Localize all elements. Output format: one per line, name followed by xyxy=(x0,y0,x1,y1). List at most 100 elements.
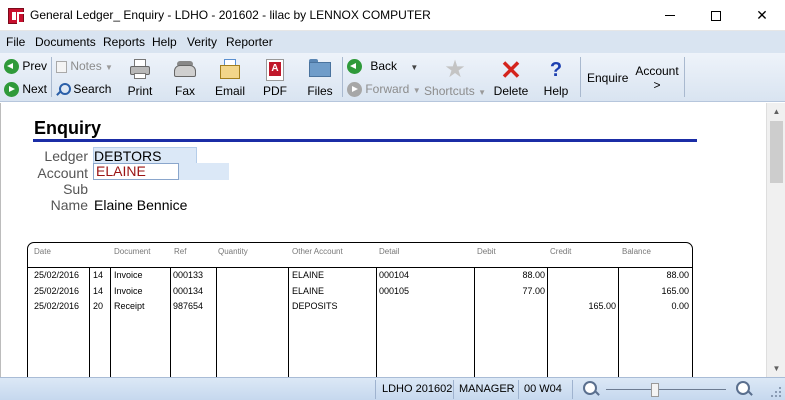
account-arrow: > xyxy=(653,78,661,92)
title-rule xyxy=(33,139,697,142)
pdf-icon xyxy=(266,59,284,81)
close-button[interactable]: ✕ xyxy=(739,0,785,31)
next-button[interactable]: Next xyxy=(4,82,47,98)
files-button[interactable]: Files xyxy=(302,57,338,101)
prev-button[interactable]: Prev xyxy=(4,59,48,75)
col-header-debit[interactable]: Debit xyxy=(477,247,496,256)
cell-credit: 165.00 xyxy=(588,301,616,311)
print-button[interactable]: Print xyxy=(122,57,158,101)
fax-button[interactable]: Fax xyxy=(168,57,202,101)
forward-label: Forward xyxy=(365,82,410,96)
vertical-scrollbar[interactable]: ▲ ▼ xyxy=(766,103,785,377)
menu-documents[interactable]: Documents xyxy=(35,35,96,49)
col-header-detail[interactable]: Detail xyxy=(379,247,399,256)
name-value: Elaine Bennice xyxy=(94,197,188,213)
col-header-balance[interactable]: Balance xyxy=(622,247,651,256)
search-button[interactable]: Search xyxy=(56,82,111,97)
title-bar: General Ledger_ Enquiry - LDHO - 201602 … xyxy=(0,0,785,31)
col-header-other-account[interactable]: Other Account xyxy=(292,247,343,256)
star-icon: ★ xyxy=(444,56,466,83)
arrow-right-circle-icon xyxy=(4,82,19,98)
delete-label: Delete xyxy=(493,84,529,98)
scroll-up-icon[interactable]: ▲ xyxy=(767,103,785,120)
cell-ref: 000134 xyxy=(173,286,204,296)
cell-balance: 88.00 xyxy=(666,270,689,280)
resize-grip-icon[interactable] xyxy=(770,386,782,398)
pdf-button[interactable]: PDF xyxy=(258,57,292,101)
header-rule xyxy=(28,267,692,268)
cell-date: 25/02/2016 xyxy=(34,286,80,296)
arrow-left-circle-icon xyxy=(4,59,19,75)
notes-button[interactable]: Notes ▼ xyxy=(56,59,113,73)
prev-label: Prev xyxy=(22,59,48,73)
scroll-down-icon[interactable]: ▼ xyxy=(767,360,785,377)
menu-help[interactable]: Help xyxy=(152,35,177,49)
account-input[interactable]: ELAINE xyxy=(93,163,179,180)
sub-label: Sub xyxy=(63,181,88,197)
folder-icon xyxy=(309,59,331,77)
maximize-icon xyxy=(711,10,721,21)
status-separator xyxy=(518,380,519,399)
forward-button[interactable]: Forward ▼ xyxy=(347,82,421,98)
toolbar: Prev Next Notes ▼ Search Print Fax Email… xyxy=(0,53,785,102)
page-title: Enquiry xyxy=(34,118,102,138)
cell-date: 25/02/2016 xyxy=(34,270,80,280)
cell-debit: 88.00 xyxy=(522,270,545,280)
status-separator xyxy=(572,380,573,399)
print-label: Print xyxy=(127,84,153,98)
help-label: Help xyxy=(543,84,569,98)
back-button[interactable]: Back ▼ xyxy=(347,59,419,75)
help-button[interactable]: ? Help xyxy=(539,57,573,101)
cell-balance: 165.00 xyxy=(661,286,689,296)
column-divider xyxy=(170,267,171,377)
lennox-logo-icon[interactable] xyxy=(8,8,24,24)
cell-document: Invoice xyxy=(114,270,143,280)
delete-button[interactable]: ✕ Delete xyxy=(493,57,529,101)
notes-label: Notes xyxy=(70,59,102,73)
col-header-date[interactable]: Date xyxy=(34,247,51,256)
cell-other-account: ELAINE xyxy=(292,286,325,296)
menu-verity[interactable]: Verity xyxy=(187,35,217,49)
cell-debit: 77.00 xyxy=(522,286,545,296)
maximize-button[interactable] xyxy=(693,0,739,31)
col-header-quantity[interactable]: Quantity xyxy=(218,247,248,256)
arrow-left-circle-icon xyxy=(347,59,362,75)
shortcuts-button[interactable]: ★ Shortcuts ▼ xyxy=(422,57,488,101)
enquire-button[interactable]: Enquire xyxy=(587,71,628,85)
minimize-button[interactable] xyxy=(647,0,693,31)
status-company-period: LDHO 201602 xyxy=(382,383,453,395)
column-divider xyxy=(376,267,377,377)
zoom-slider-track[interactable] xyxy=(606,389,726,390)
cell-ref: 000133 xyxy=(173,270,204,280)
cell-document: Invoice xyxy=(114,286,143,296)
window-title: General Ledger_ Enquiry - LDHO - 201602 … xyxy=(30,8,431,22)
zoom-out-icon[interactable] xyxy=(583,381,599,397)
account-label: Account xyxy=(635,64,679,78)
search-label: Search xyxy=(73,82,112,96)
cell-ref: 987654 xyxy=(173,301,204,311)
cell-detail: 000104 xyxy=(379,270,410,280)
menu-reporter[interactable]: Reporter xyxy=(226,35,273,49)
menu-reports[interactable]: Reports xyxy=(103,35,145,49)
chevron-down-icon: ▼ xyxy=(410,63,419,72)
col-header-document[interactable]: Document xyxy=(114,247,150,256)
email-button[interactable]: Email xyxy=(211,57,249,101)
cell-other-account: DEPOSITS xyxy=(292,301,338,311)
column-divider xyxy=(110,267,111,377)
scroll-thumb[interactable] xyxy=(770,121,783,183)
minimize-icon xyxy=(665,15,675,16)
zoom-slider-thumb[interactable] xyxy=(651,383,659,397)
name-label: Name xyxy=(50,197,88,213)
cell-balance: 0.00 xyxy=(671,301,689,311)
zoom-in-icon[interactable] xyxy=(736,381,752,397)
ledger-label: Ledger xyxy=(44,148,88,164)
status-separator xyxy=(453,380,454,399)
shortcuts-label: Shortcuts ▼ xyxy=(424,84,486,98)
col-header-credit[interactable]: Credit xyxy=(550,247,571,256)
col-header-ref[interactable]: Ref xyxy=(174,247,186,256)
menu-file[interactable]: File xyxy=(6,35,25,49)
enquiry-panel: Enquiry Ledger DEBTORS Account ELAINE Su… xyxy=(0,103,766,377)
transactions-grid[interactable]: Date Document Ref Quantity Other Account… xyxy=(27,242,693,377)
account-button[interactable]: Account > xyxy=(634,64,680,92)
email-icon xyxy=(219,59,241,81)
